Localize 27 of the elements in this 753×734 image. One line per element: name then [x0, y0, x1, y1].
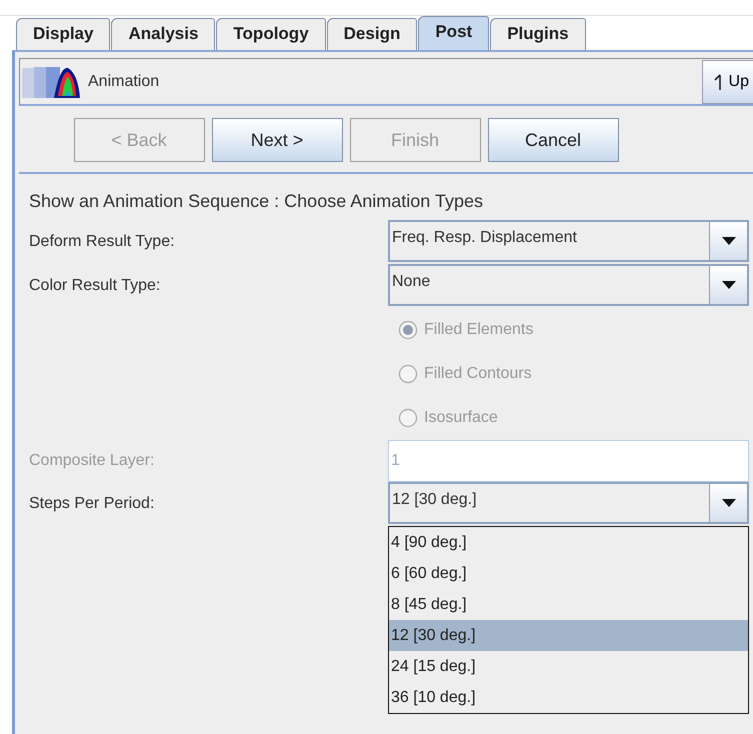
wizard-button[interactable]: Cancel	[488, 118, 618, 162]
dropdown-option[interactable]: 12 [30 deg.]	[389, 620, 748, 651]
tab[interactable]: Post	[418, 16, 490, 50]
dropdown-field[interactable]: Freq. Resp. Displacement	[388, 220, 749, 262]
dropdown-option[interactable]: 24 [15 deg.]	[389, 651, 748, 682]
tab[interactable]: Plugins	[490, 18, 586, 50]
tab[interactable]: Design	[326, 18, 418, 50]
dropdown-arrow-icon	[720, 236, 736, 246]
tab[interactable]: Analysis	[111, 18, 216, 50]
wizard-button[interactable]: Next >	[212, 118, 342, 162]
dropdown-arrow-icon	[720, 280, 736, 290]
wizard-heading: Show an Animation Sequence : Choose Animation Types	[28, 190, 484, 213]
dropdown-field[interactable]: None	[388, 264, 749, 306]
up-button[interactable]: Up	[702, 60, 753, 104]
field-label: Composite Layer:	[29, 451, 156, 471]
panel-title: Animation	[88, 72, 160, 92]
field-label: Color Result Type:	[29, 276, 162, 296]
dropdown-option[interactable]: 8 [45 deg.]	[389, 589, 748, 620]
dropdown-arrow-icon	[720, 498, 736, 508]
dropdown-option[interactable]: 36 [10 deg.]	[389, 682, 748, 713]
tab[interactable]: Topology	[216, 18, 326, 50]
tab[interactable]: Display	[16, 18, 110, 50]
dropdown-field[interactable]: 12 [30 deg.]	[388, 482, 749, 524]
field-label: Deform Result Type:	[29, 232, 176, 252]
dropdown-option[interactable]: 6 [60 deg.]	[389, 558, 748, 589]
dropdown-option[interactable]: 4 [90 deg.]	[389, 527, 748, 558]
field-label: Steps Per Period:	[29, 494, 156, 514]
